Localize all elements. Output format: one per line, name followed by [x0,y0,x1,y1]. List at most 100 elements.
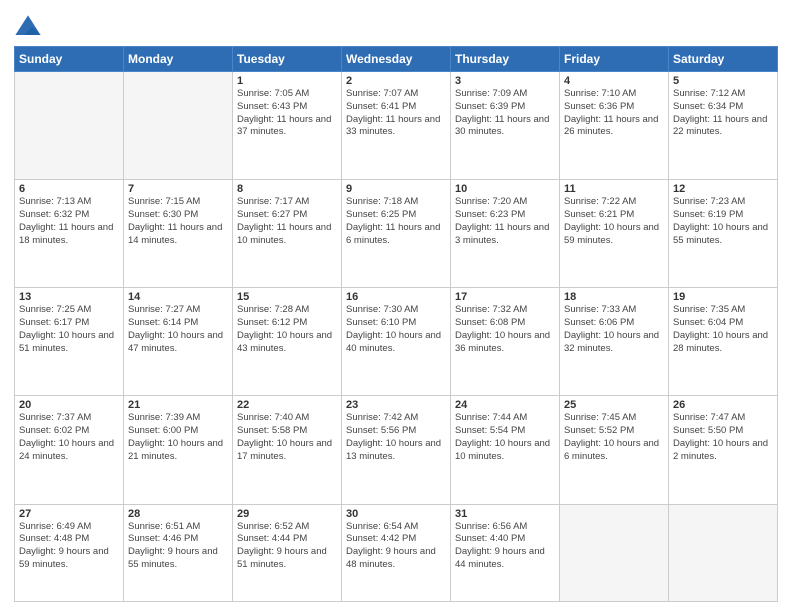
calendar-cell: 23Sunrise: 7:42 AM Sunset: 5:56 PM Dayli… [342,396,451,504]
calendar-cell: 31Sunrise: 6:56 AM Sunset: 4:40 PM Dayli… [451,504,560,601]
calendar-cell: 28Sunrise: 6:51 AM Sunset: 4:46 PM Dayli… [124,504,233,601]
day-number: 8 [237,183,337,195]
day-number: 26 [673,399,773,411]
day-number: 31 [455,508,555,520]
calendar-cell: 30Sunrise: 6:54 AM Sunset: 4:42 PM Dayli… [342,504,451,601]
calendar-cell: 27Sunrise: 6:49 AM Sunset: 4:48 PM Dayli… [15,504,124,601]
day-info: Sunrise: 6:49 AM Sunset: 4:48 PM Dayligh… [19,521,119,572]
day-info: Sunrise: 7:07 AM Sunset: 6:41 PM Dayligh… [346,88,446,139]
calendar-cell: 3Sunrise: 7:09 AM Sunset: 6:39 PM Daylig… [451,72,560,180]
day-info: Sunrise: 7:05 AM Sunset: 6:43 PM Dayligh… [237,88,337,139]
weekday-header-sunday: Sunday [15,47,124,72]
calendar-cell: 8Sunrise: 7:17 AM Sunset: 6:27 PM Daylig… [233,180,342,288]
calendar-week-3: 13Sunrise: 7:25 AM Sunset: 6:17 PM Dayli… [15,288,778,396]
calendar-cell: 17Sunrise: 7:32 AM Sunset: 6:08 PM Dayli… [451,288,560,396]
calendar-cell: 10Sunrise: 7:20 AM Sunset: 6:23 PM Dayli… [451,180,560,288]
logo-icon [14,14,42,42]
calendar-cell [669,504,778,601]
calendar-cell: 9Sunrise: 7:18 AM Sunset: 6:25 PM Daylig… [342,180,451,288]
day-info: Sunrise: 7:23 AM Sunset: 6:19 PM Dayligh… [673,196,773,247]
calendar-cell [560,504,669,601]
calendar-table: SundayMondayTuesdayWednesdayThursdayFrid… [14,46,778,602]
calendar-cell: 4Sunrise: 7:10 AM Sunset: 6:36 PM Daylig… [560,72,669,180]
calendar-week-4: 20Sunrise: 7:37 AM Sunset: 6:02 PM Dayli… [15,396,778,504]
calendar-cell: 15Sunrise: 7:28 AM Sunset: 6:12 PM Dayli… [233,288,342,396]
calendar-cell: 19Sunrise: 7:35 AM Sunset: 6:04 PM Dayli… [669,288,778,396]
calendar-cell: 22Sunrise: 7:40 AM Sunset: 5:58 PM Dayli… [233,396,342,504]
calendar-cell: 13Sunrise: 7:25 AM Sunset: 6:17 PM Dayli… [15,288,124,396]
day-info: Sunrise: 7:17 AM Sunset: 6:27 PM Dayligh… [237,196,337,247]
day-number: 10 [455,183,555,195]
day-info: Sunrise: 6:56 AM Sunset: 4:40 PM Dayligh… [455,521,555,572]
day-info: Sunrise: 7:42 AM Sunset: 5:56 PM Dayligh… [346,412,446,463]
day-number: 2 [346,75,446,87]
day-number: 12 [673,183,773,195]
calendar-cell: 29Sunrise: 6:52 AM Sunset: 4:44 PM Dayli… [233,504,342,601]
calendar-cell: 7Sunrise: 7:15 AM Sunset: 6:30 PM Daylig… [124,180,233,288]
day-number: 1 [237,75,337,87]
day-number: 17 [455,291,555,303]
day-number: 25 [564,399,664,411]
calendar-cell [15,72,124,180]
calendar-cell: 25Sunrise: 7:45 AM Sunset: 5:52 PM Dayli… [560,396,669,504]
day-number: 3 [455,75,555,87]
calendar-week-5: 27Sunrise: 6:49 AM Sunset: 4:48 PM Dayli… [15,504,778,601]
day-info: Sunrise: 7:45 AM Sunset: 5:52 PM Dayligh… [564,412,664,463]
weekday-header-monday: Monday [124,47,233,72]
day-info: Sunrise: 7:33 AM Sunset: 6:06 PM Dayligh… [564,304,664,355]
day-number: 27 [19,508,119,520]
calendar-cell: 26Sunrise: 7:47 AM Sunset: 5:50 PM Dayli… [669,396,778,504]
day-number: 5 [673,75,773,87]
day-number: 18 [564,291,664,303]
weekday-header-tuesday: Tuesday [233,47,342,72]
day-info: Sunrise: 7:37 AM Sunset: 6:02 PM Dayligh… [19,412,119,463]
calendar-cell: 5Sunrise: 7:12 AM Sunset: 6:34 PM Daylig… [669,72,778,180]
weekday-header-friday: Friday [560,47,669,72]
day-info: Sunrise: 7:35 AM Sunset: 6:04 PM Dayligh… [673,304,773,355]
day-info: Sunrise: 7:47 AM Sunset: 5:50 PM Dayligh… [673,412,773,463]
weekday-header-thursday: Thursday [451,47,560,72]
day-number: 21 [128,399,228,411]
day-number: 13 [19,291,119,303]
day-info: Sunrise: 7:09 AM Sunset: 6:39 PM Dayligh… [455,88,555,139]
day-info: Sunrise: 7:40 AM Sunset: 5:58 PM Dayligh… [237,412,337,463]
calendar-cell: 24Sunrise: 7:44 AM Sunset: 5:54 PM Dayli… [451,396,560,504]
calendar-cell: 20Sunrise: 7:37 AM Sunset: 6:02 PM Dayli… [15,396,124,504]
day-number: 19 [673,291,773,303]
calendar-cell: 12Sunrise: 7:23 AM Sunset: 6:19 PM Dayli… [669,180,778,288]
day-info: Sunrise: 7:13 AM Sunset: 6:32 PM Dayligh… [19,196,119,247]
calendar-cell: 14Sunrise: 7:27 AM Sunset: 6:14 PM Dayli… [124,288,233,396]
day-info: Sunrise: 6:54 AM Sunset: 4:42 PM Dayligh… [346,521,446,572]
day-info: Sunrise: 7:39 AM Sunset: 6:00 PM Dayligh… [128,412,228,463]
calendar-week-1: 1Sunrise: 7:05 AM Sunset: 6:43 PM Daylig… [15,72,778,180]
day-info: Sunrise: 7:27 AM Sunset: 6:14 PM Dayligh… [128,304,228,355]
day-number: 28 [128,508,228,520]
page: SundayMondayTuesdayWednesdayThursdayFrid… [0,0,792,612]
day-info: Sunrise: 7:15 AM Sunset: 6:30 PM Dayligh… [128,196,228,247]
day-number: 29 [237,508,337,520]
day-info: Sunrise: 7:12 AM Sunset: 6:34 PM Dayligh… [673,88,773,139]
weekday-header-wednesday: Wednesday [342,47,451,72]
calendar-week-2: 6Sunrise: 7:13 AM Sunset: 6:32 PM Daylig… [15,180,778,288]
calendar-cell: 18Sunrise: 7:33 AM Sunset: 6:06 PM Dayli… [560,288,669,396]
day-info: Sunrise: 7:10 AM Sunset: 6:36 PM Dayligh… [564,88,664,139]
day-number: 30 [346,508,446,520]
day-number: 20 [19,399,119,411]
calendar-cell: 21Sunrise: 7:39 AM Sunset: 6:00 PM Dayli… [124,396,233,504]
calendar-cell [124,72,233,180]
weekday-header-saturday: Saturday [669,47,778,72]
calendar-cell: 2Sunrise: 7:07 AM Sunset: 6:41 PM Daylig… [342,72,451,180]
day-number: 22 [237,399,337,411]
day-number: 16 [346,291,446,303]
day-number: 9 [346,183,446,195]
day-info: Sunrise: 7:18 AM Sunset: 6:25 PM Dayligh… [346,196,446,247]
day-info: Sunrise: 7:25 AM Sunset: 6:17 PM Dayligh… [19,304,119,355]
day-info: Sunrise: 7:22 AM Sunset: 6:21 PM Dayligh… [564,196,664,247]
day-info: Sunrise: 7:44 AM Sunset: 5:54 PM Dayligh… [455,412,555,463]
day-number: 24 [455,399,555,411]
calendar-cell: 1Sunrise: 7:05 AM Sunset: 6:43 PM Daylig… [233,72,342,180]
weekday-header-row: SundayMondayTuesdayWednesdayThursdayFrid… [15,47,778,72]
calendar-cell: 6Sunrise: 7:13 AM Sunset: 6:32 PM Daylig… [15,180,124,288]
day-number: 7 [128,183,228,195]
header [14,10,778,42]
